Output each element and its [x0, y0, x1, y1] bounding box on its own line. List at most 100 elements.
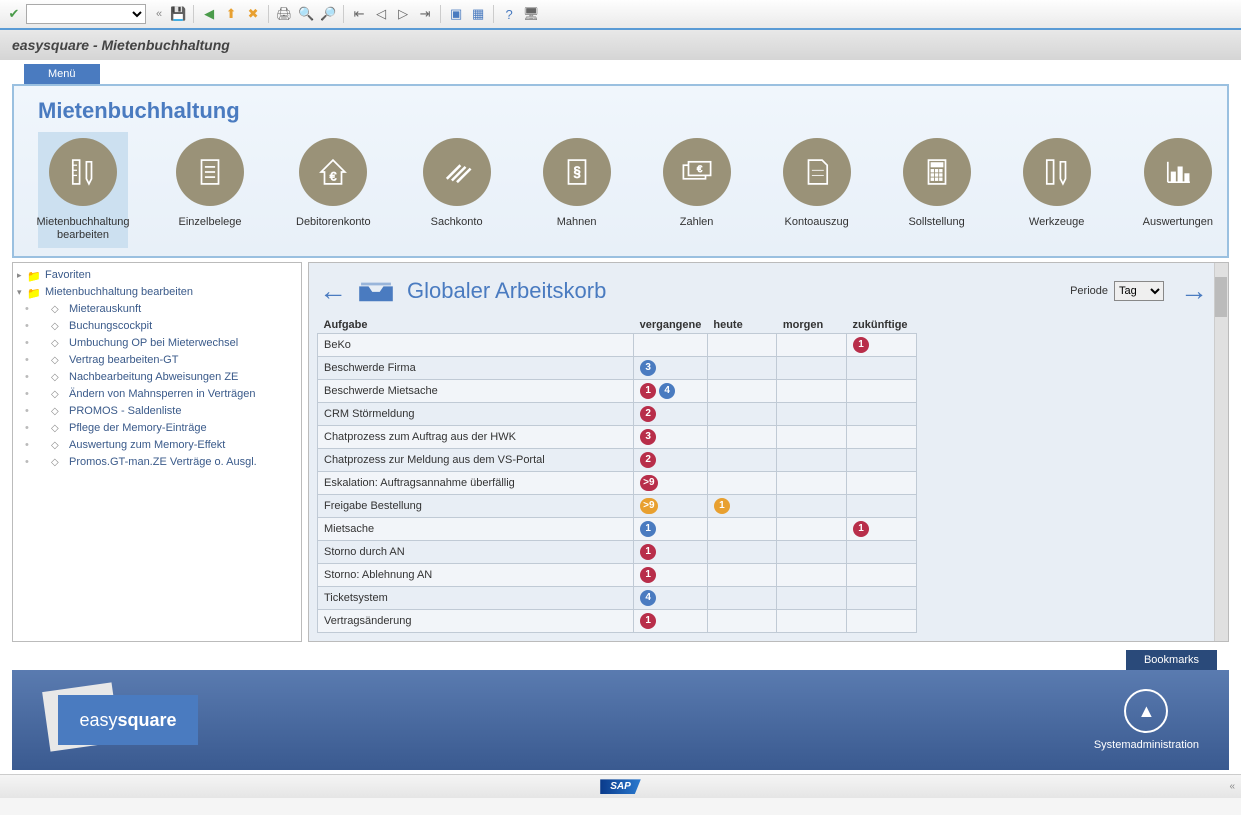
cell-morgen — [777, 449, 847, 472]
tile-stripes[interactable]: Sachkonto — [419, 132, 495, 248]
task-row[interactable]: Chatprozess zum Auftrag aus der HWK3 — [318, 426, 917, 449]
cell-heute — [707, 518, 776, 541]
find-next-icon[interactable]: 🔎 — [318, 4, 338, 24]
tile-calculator[interactable]: Sollstellung — [899, 132, 975, 248]
cancel-icon[interactable]: ✖ — [243, 4, 263, 24]
new-session-icon[interactable]: ▣ — [446, 4, 466, 24]
tile-label: Mahnen — [557, 216, 597, 229]
cell-zukuenftige — [847, 449, 917, 472]
task-row[interactable]: Ticketsystem4 — [318, 587, 917, 610]
cell-vergangene: >9 — [634, 495, 708, 518]
cell-heute — [707, 380, 776, 403]
tree-root[interactable]: ▾ Mietenbuchhaltung bearbeiten — [17, 284, 297, 300]
tree-item[interactable]: •◇Nachbearbeitung Abweisungen ZE — [17, 369, 297, 385]
help-icon[interactable]: ? — [499, 4, 519, 24]
money-icon: € — [663, 138, 731, 206]
ruler-pen-icon — [49, 138, 117, 206]
tile-house-euro[interactable]: €Debitorenkonto — [292, 132, 375, 248]
tree-item[interactable]: •◇Ändern von Mahnsperren in Verträgen — [17, 386, 297, 402]
tree-item[interactable]: •◇PROMOS - Saldenliste — [17, 403, 297, 419]
navigation-tree: ▸ Favoriten ▾ Mietenbuchhaltung bearbeit… — [12, 262, 302, 642]
task-row[interactable]: Mietsache11 — [318, 518, 917, 541]
cell-morgen — [777, 564, 847, 587]
task-name: Vertragsänderung — [318, 610, 634, 633]
content-panel: ← Globaler Arbeitskorb Periode Tag → Auf… — [308, 262, 1229, 642]
tile-label: Sollstellung — [908, 216, 964, 229]
tree-item[interactable]: •◇Pflege der Memory-Einträge — [17, 420, 297, 436]
document-icon — [176, 138, 244, 206]
task-row[interactable]: Eskalation: Auftragsannahme überfällig>9 — [318, 472, 917, 495]
app-titlebar: easysquare - Mietenbuchhaltung — [0, 30, 1241, 60]
cell-vergangene: 1 — [634, 518, 708, 541]
task-row[interactable]: Chatprozess zur Meldung aus dem VS-Porta… — [318, 449, 917, 472]
paragraph-icon: § — [543, 138, 611, 206]
content-title: Globaler Arbeitskorb — [407, 278, 1070, 304]
task-name: Chatprozess zur Meldung aus dem VS-Porta… — [318, 449, 634, 472]
statusbar-collapse-icon[interactable]: « — [1229, 781, 1235, 792]
prev-page-icon[interactable]: ◁ — [371, 4, 391, 24]
task-row[interactable]: BeKo1 — [318, 334, 917, 357]
tile-ruler-pen[interactable]: Mietenbuchhaltung bearbeiten — [38, 132, 128, 248]
sysadmin-label: Systemadministration — [1094, 739, 1199, 751]
find-icon[interactable]: 🔍 — [296, 4, 316, 24]
cell-vergangene — [634, 334, 708, 357]
tree-item[interactable]: •◇Buchungscockpit — [17, 318, 297, 334]
task-row[interactable]: Storno durch AN1 — [318, 541, 917, 564]
task-row[interactable]: Storno: Ablehnung AN1 — [318, 564, 917, 587]
first-page-icon[interactable]: ⇤ — [349, 4, 369, 24]
cell-vergangene: 3 — [634, 426, 708, 449]
cell-heute — [707, 564, 776, 587]
cell-zukuenftige — [847, 495, 917, 518]
stripes-icon — [423, 138, 491, 206]
cell-zukuenftige — [847, 357, 917, 380]
ok-icon[interactable]: ✔ — [4, 4, 24, 24]
task-row[interactable]: Beschwerde Firma3 — [318, 357, 917, 380]
tile-money[interactable]: €Zahlen — [659, 132, 735, 248]
command-dropdown[interactable] — [26, 4, 146, 24]
next-page-icon[interactable]: ▷ — [393, 4, 413, 24]
task-row[interactable]: Freigabe Bestellung>91 — [318, 495, 917, 518]
tile-document[interactable]: Einzelbelege — [172, 132, 248, 248]
tile-sheet[interactable]: Kontoauszug — [779, 132, 855, 248]
cell-zukuenftige — [847, 403, 917, 426]
task-row[interactable]: Vertragsänderung1 — [318, 610, 917, 633]
tile-paragraph[interactable]: § Mahnen — [539, 132, 615, 248]
tile-tools[interactable]: Werkzeuge — [1019, 132, 1095, 248]
cell-morgen — [777, 472, 847, 495]
tree-item[interactable]: •◇Umbuchung OP bei Mieterwechsel — [17, 335, 297, 351]
bookmarks-tab[interactable]: Bookmarks — [1126, 650, 1217, 670]
tile-barchart[interactable]: Auswertungen — [1139, 132, 1217, 248]
task-row[interactable]: CRM Störmeldung2 — [318, 403, 917, 426]
layout-icon[interactable]: ▦ — [468, 4, 488, 24]
sysadmin-icon[interactable]: ▲ — [1124, 689, 1168, 733]
tree-item[interactable]: •◇Auswertung zum Memory-Effekt — [17, 437, 297, 453]
exit-icon[interactable]: ⬆ — [221, 4, 241, 24]
cell-vergangene: 1 — [634, 564, 708, 587]
tiles-panel: Mietenbuchhaltung Mietenbuchhaltung bear… — [12, 84, 1229, 258]
tile-label: Einzelbelege — [179, 216, 242, 229]
scrollbar[interactable] — [1214, 263, 1228, 641]
tree-item[interactable]: •◇Mieterauskunft — [17, 301, 297, 317]
nav-back-icon[interactable]: ← — [319, 275, 347, 307]
tree-item[interactable]: •◇Promos.GT-man.ZE Verträge o. Ausgl. — [17, 454, 297, 470]
task-row[interactable]: Beschwerde Mietsache1 4 — [318, 380, 917, 403]
cell-zukuenftige: 1 — [847, 518, 917, 541]
tiles-title: Mietenbuchhaltung — [38, 98, 1203, 124]
tree-favoriten[interactable]: ▸ Favoriten — [17, 267, 297, 283]
svg-text:€: € — [330, 170, 337, 184]
col-vergangene: vergangene — [634, 317, 708, 334]
tree-item[interactable]: •◇Vertrag bearbeiten-GT — [17, 352, 297, 368]
save-icon[interactable]: 💾 — [168, 4, 188, 24]
print-icon[interactable]: 🖨 — [274, 4, 294, 24]
periode-select[interactable]: Tag — [1114, 281, 1164, 301]
monitor-icon[interactable]: 🖥 — [521, 4, 541, 24]
nav-forward-icon[interactable]: → — [1180, 275, 1208, 307]
cell-heute — [707, 587, 776, 610]
collapse-button[interactable]: « — [156, 8, 162, 20]
cell-morgen — [777, 357, 847, 380]
task-name: Storno: Ablehnung AN — [318, 564, 634, 587]
back-icon[interactable]: ◀ — [199, 4, 219, 24]
last-page-icon[interactable]: ⇥ — [415, 4, 435, 24]
cell-morgen — [777, 403, 847, 426]
menu-tab[interactable]: Menü — [24, 64, 100, 84]
